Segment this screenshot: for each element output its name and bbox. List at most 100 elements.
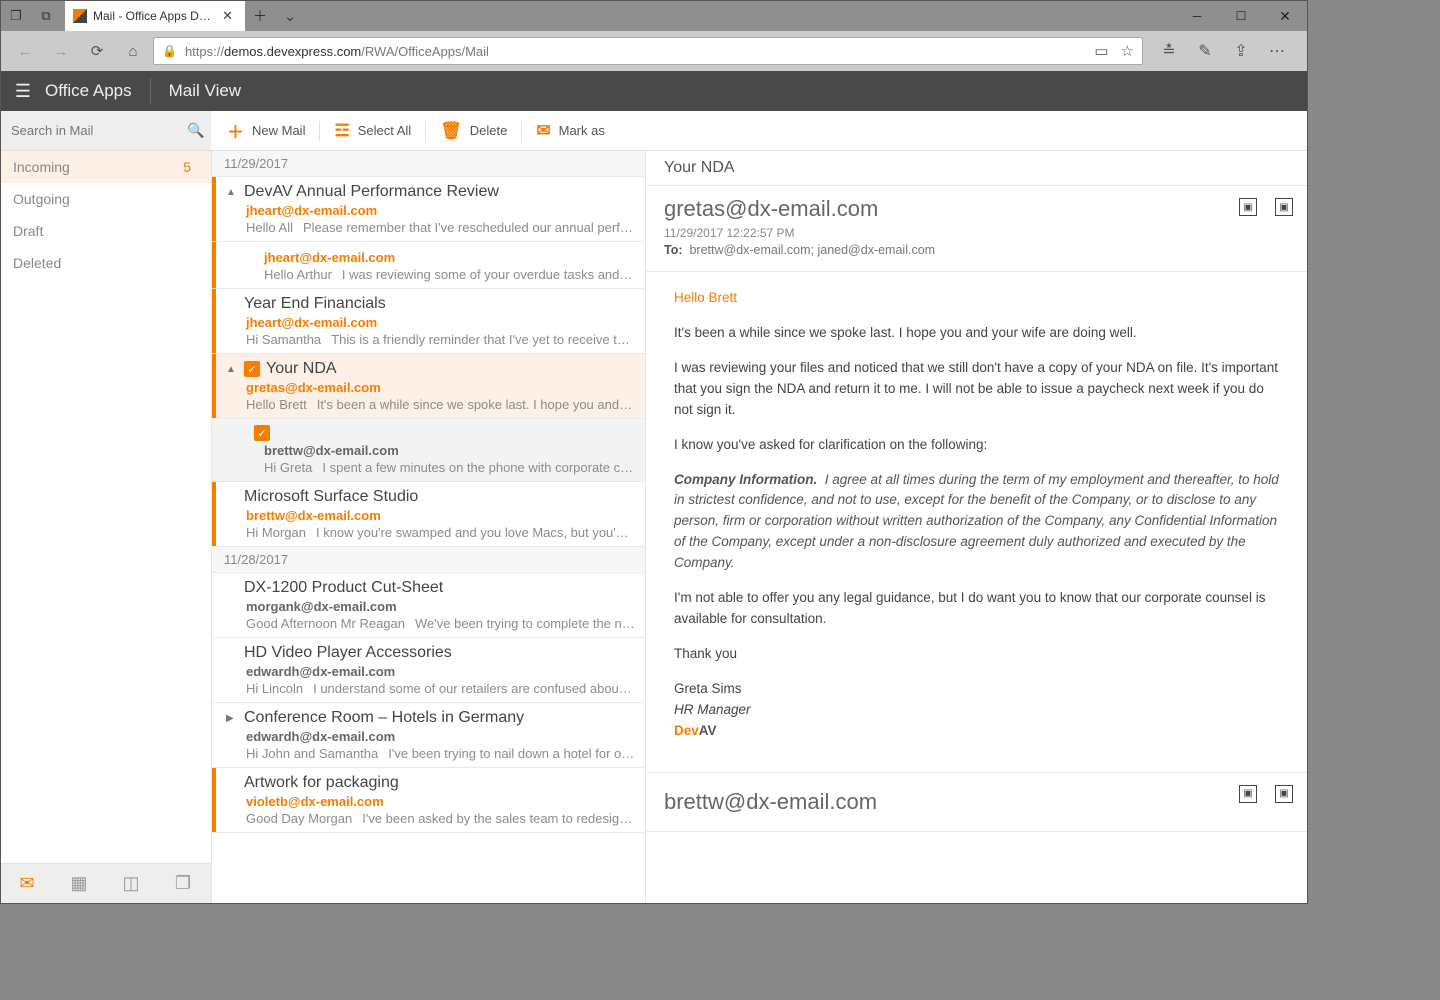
tab-title: Mail - Office Apps Dem bbox=[93, 9, 212, 23]
action-button-1b[interactable]: ▣ bbox=[1239, 785, 1257, 803]
share-icon[interactable]: ⇪ bbox=[1225, 35, 1257, 67]
check-icon[interactable]: ✓ bbox=[244, 361, 260, 377]
sidebar: Incoming5 Outgoing DraftDeleted ✉ ▦ ◫ ❐ bbox=[1, 151, 211, 903]
delete-label: Delete bbox=[470, 123, 508, 138]
tab-close-icon[interactable]: ✕ bbox=[218, 8, 237, 24]
trash-icon: 🗑 bbox=[440, 121, 462, 141]
expand-icon[interactable]: ▲ bbox=[226, 364, 238, 375]
nav-mail-icon[interactable]: ✉ bbox=[1, 864, 53, 903]
message-sender: jheart@dx-email.com bbox=[226, 201, 635, 218]
check-icon[interactable]: ✓ bbox=[254, 425, 270, 441]
reading-sender-email: gretas@dx-email.com bbox=[664, 196, 1289, 222]
message-item[interactable]: ▲ DevAV Annual Performance Review jheart… bbox=[212, 177, 645, 242]
action-button-2[interactable]: ▣ bbox=[1275, 198, 1293, 216]
nav-back-button[interactable]: ← bbox=[9, 35, 41, 67]
nav-home-button[interactable]: ⌂ bbox=[117, 35, 149, 67]
folder-item[interactable]: Incoming5 bbox=[1, 151, 211, 183]
tab-chevron-icon[interactable]: ⌄ bbox=[275, 1, 305, 31]
mark-as-label: Mark as bbox=[559, 123, 605, 138]
message-preview: Good Afternoon Mr ReaganWe've been tryin… bbox=[226, 614, 635, 631]
reading-view-icon[interactable]: ▭ bbox=[1094, 42, 1108, 60]
favorite-icon[interactable]: ☆ bbox=[1121, 42, 1134, 60]
search-input[interactable] bbox=[11, 123, 187, 138]
url-text: https://demos.devexpress.com/RWA/OfficeA… bbox=[185, 44, 489, 59]
reading-pane: Your NDA gretas@dx-email.com 11/29/2017 … bbox=[646, 151, 1307, 903]
message-item[interactable]: ▶ Conference Room – Hotels in Germany ed… bbox=[212, 703, 645, 768]
message-preview: Good Day MorganI've been asked by the sa… bbox=[226, 809, 635, 826]
message-list[interactable]: 11/29/2017 ▲ DevAV Annual Performance Re… bbox=[212, 151, 645, 903]
message-item[interactable]: jheart@dx-email.com Hello ArthurI was re… bbox=[212, 242, 645, 289]
message-preview: Hello BrettIt's been a while since we sp… bbox=[226, 395, 635, 412]
delete-button[interactable]: 🗑 Delete bbox=[430, 111, 517, 150]
nav-contacts-icon[interactable]: ◫ bbox=[105, 864, 157, 903]
select-all-label: Select All bbox=[358, 123, 411, 138]
nav-refresh-button[interactable]: ⟳ bbox=[81, 35, 113, 67]
message-item[interactable]: HD Video Player Accessories edwardh@dx-e… bbox=[212, 638, 645, 703]
mark-as-button[interactable]: ✉ Mark as bbox=[526, 111, 614, 150]
sys-button-1[interactable]: ❐ bbox=[1, 1, 31, 31]
window-minimize-button[interactable]: ─ bbox=[1175, 1, 1219, 31]
message-item[interactable]: Microsoft Surface Studio brettw@dx-email… bbox=[212, 482, 645, 547]
search-box[interactable]: 🔍 bbox=[1, 111, 211, 150]
tool-sep bbox=[521, 121, 522, 141]
message-preview: Hi GretaI spent a few minutes on the pho… bbox=[236, 458, 635, 475]
date-header: 11/28/2017 bbox=[212, 547, 645, 573]
sig-role: HR Manager bbox=[674, 700, 1279, 721]
unread-bar bbox=[212, 177, 216, 241]
search-icon[interactable]: 🔍 bbox=[187, 122, 204, 139]
unread-bar bbox=[212, 768, 216, 832]
favorites-list-icon[interactable]: ≛ bbox=[1153, 35, 1185, 67]
body-company-info: Company Information. I agree at all time… bbox=[674, 470, 1279, 575]
plus-icon: ＋ bbox=[227, 118, 244, 143]
sig-name: Greta Sims bbox=[674, 679, 1279, 700]
message-item[interactable]: ✓ brettw@dx-email.com Hi GretaI spent a … bbox=[212, 419, 645, 482]
tab-favicon bbox=[73, 9, 87, 23]
hamburger-icon[interactable]: ☰ bbox=[1, 81, 45, 102]
mail-open-icon: ✉ bbox=[536, 121, 550, 141]
message-sender: gretas@dx-email.com bbox=[226, 378, 635, 395]
app-header: ☰ Office Apps Mail View bbox=[1, 71, 1307, 111]
browser-tab-strip: ❐ ⧉ Mail - Office Apps Dem ✕ ＋ ⌄ ─ ☐ ✕ bbox=[1, 1, 1307, 31]
message-subject: Microsoft Surface Studio bbox=[244, 488, 418, 506]
window-close-button[interactable]: ✕ bbox=[1263, 1, 1307, 31]
nav-calendar-icon[interactable]: ▦ bbox=[53, 864, 105, 903]
nav-forward-button[interactable]: → bbox=[45, 35, 77, 67]
nav-files-icon[interactable]: ❐ bbox=[157, 864, 209, 903]
sys-button-2[interactable]: ⧉ bbox=[31, 1, 61, 31]
action-button-1[interactable]: ▣ bbox=[1239, 198, 1257, 216]
folder-item[interactable]: Outgoing bbox=[1, 183, 211, 215]
message-item[interactable]: DX-1200 Product Cut-Sheet morgank@dx-ema… bbox=[212, 573, 645, 638]
expand-icon[interactable]: ▶ bbox=[226, 713, 238, 724]
new-tab-button[interactable]: ＋ bbox=[245, 1, 275, 31]
next-message-sender[interactable]: brettw@dx-email.com ▣ ▣ bbox=[646, 772, 1307, 832]
reading-subject: Your NDA bbox=[646, 151, 1307, 186]
folder-name: Outgoing bbox=[13, 191, 70, 207]
message-item[interactable]: Artwork for packaging violetb@dx-email.c… bbox=[212, 768, 645, 833]
new-mail-button[interactable]: ＋New Mail bbox=[217, 111, 315, 150]
message-item[interactable]: Year End Financials jheart@dx-email.com … bbox=[212, 289, 645, 354]
message-sender: brettw@dx-email.com bbox=[226, 506, 635, 523]
address-bar[interactable]: 🔒 https://demos.devexpress.com/RWA/Offic… bbox=[153, 37, 1143, 65]
lock-icon: 🔒 bbox=[162, 44, 177, 58]
app-brand[interactable]: Office Apps bbox=[45, 81, 150, 101]
select-all-button[interactable]: ☲ Select All bbox=[324, 111, 421, 150]
more-icon[interactable]: ⋯ bbox=[1261, 35, 1293, 67]
folder-item[interactable]: Draft bbox=[1, 215, 211, 247]
folder-item[interactable]: Deleted bbox=[1, 247, 211, 279]
message-subject: Year End Financials bbox=[244, 295, 386, 313]
body-hello: Hello Brett bbox=[674, 288, 1279, 309]
body-p3: I know you've asked for clarification on… bbox=[674, 435, 1279, 456]
message-preview: Hi LincolnI understand some of our retai… bbox=[226, 679, 635, 696]
window-maximize-button[interactable]: ☐ bbox=[1219, 1, 1263, 31]
unread-bar bbox=[212, 482, 216, 546]
notes-icon[interactable]: ✎ bbox=[1189, 35, 1221, 67]
list-icon: ☲ bbox=[334, 121, 349, 141]
message-item[interactable]: ▲ ✓ Your NDA gretas@dx-email.com Hello B… bbox=[212, 354, 645, 419]
body-p1: It's been a while since we spoke last. I… bbox=[674, 323, 1279, 344]
browser-toolbar: ← → ⟳ ⌂ 🔒 https://demos.devexpress.com/R… bbox=[1, 31, 1307, 71]
action-button-2b[interactable]: ▣ bbox=[1275, 785, 1293, 803]
folder-count: 5 bbox=[183, 159, 191, 175]
expand-icon[interactable]: ▲ bbox=[226, 187, 238, 198]
message-sender: jheart@dx-email.com bbox=[226, 313, 635, 330]
browser-tab[interactable]: Mail - Office Apps Dem ✕ bbox=[65, 1, 245, 31]
